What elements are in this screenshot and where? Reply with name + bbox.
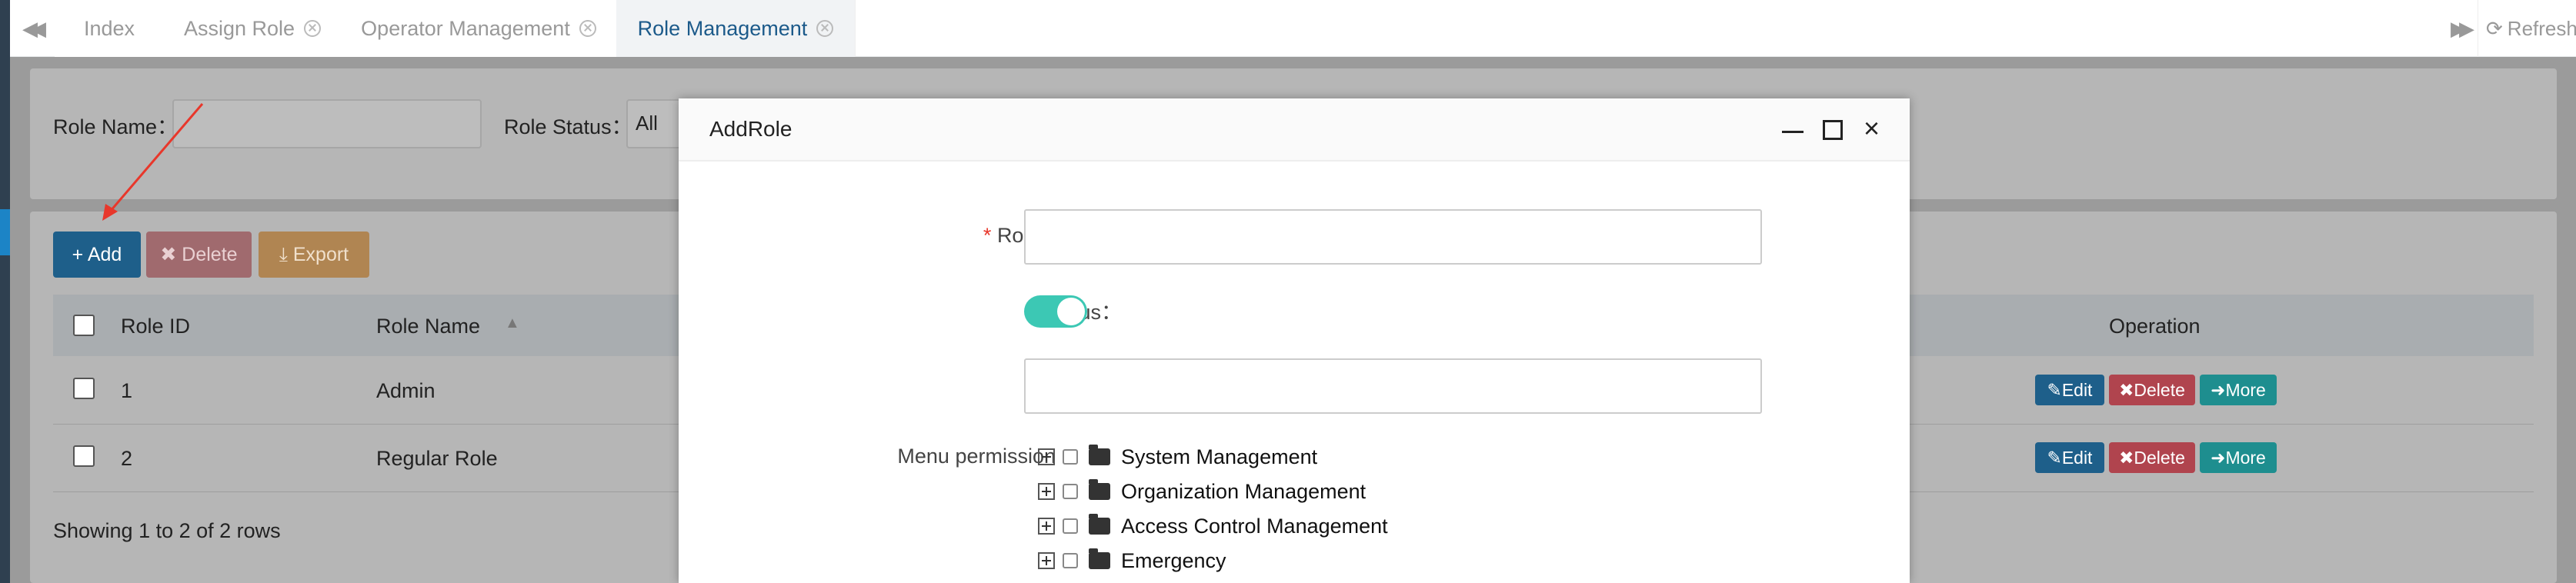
tab-role-management[interactable]: Role Management [616, 0, 856, 57]
delete-label: Delete [2134, 447, 2185, 468]
edit-label: Edit [2061, 447, 2093, 468]
tree-checkbox[interactable] [1063, 553, 1078, 568]
close-icon: ✖ [2119, 379, 2134, 400]
pagination-info: Showing 1 to 2 of 2 rows [53, 519, 281, 542]
scroll-right-icon[interactable]: ▶▶ [2451, 17, 2474, 41]
remark-input[interactable] [1024, 358, 1762, 414]
close-tab-icon[interactable] [304, 20, 322, 37]
tab-label: Index [83, 16, 135, 40]
delete-row-button[interactable]: ✖ Delete [2109, 375, 2195, 405]
more-label: More [2225, 379, 2266, 400]
tab-label: Assign Role [183, 16, 295, 40]
tab-operator-management[interactable]: Operator Management [341, 0, 617, 57]
tree-checkbox[interactable] [1063, 518, 1078, 534]
tab-label: Operator Management [361, 16, 570, 40]
close-tab-icon[interactable] [579, 20, 596, 37]
cell-role-name: Admin [376, 379, 435, 402]
menu-permission-label: Menu permission [897, 445, 1056, 468]
close-tab-icon[interactable] [816, 20, 834, 37]
folder-icon [1089, 479, 1110, 500]
tree-checkbox[interactable] [1063, 484, 1078, 499]
expand-icon[interactable] [1038, 483, 1055, 500]
folder-icon [1089, 514, 1110, 535]
tree-node-label: Access Control Management [1121, 514, 1388, 538]
more-label: More [2225, 447, 2266, 468]
sort-icon[interactable]: ▲ [505, 315, 520, 332]
cell-role-id: 1 [121, 379, 133, 402]
tab-index[interactable]: Index [55, 0, 165, 57]
chevron-right-icon: ➜ [2211, 379, 2226, 400]
delete-label: Delete [2134, 379, 2185, 400]
cell-role-name: Regular Role [376, 447, 498, 470]
folder-icon [1089, 548, 1110, 569]
tab-label: Role Management [637, 16, 808, 40]
row-checkbox[interactable] [73, 445, 95, 467]
annotation-arrow [102, 103, 204, 221]
sidebar-active-marker [0, 209, 10, 255]
tree-node-label: System Management [1121, 445, 1318, 468]
minimize-icon[interactable] [1782, 131, 1804, 133]
expand-icon[interactable] [1038, 552, 1055, 569]
dialog-header: AddRole × [679, 98, 1910, 162]
tree-checkbox[interactable] [1063, 449, 1078, 465]
tree-node[interactable]: Access Control Management [1038, 511, 1388, 541]
tree-node[interactable]: Emergency [1038, 545, 1226, 576]
expand-icon[interactable] [1038, 448, 1055, 465]
tab-bar: ◀◀ Index Assign Role Operator Management… [10, 0, 2576, 57]
more-button[interactable]: ➜ More [2200, 442, 2277, 473]
refresh-label: Refresh [2507, 16, 2576, 40]
more-button[interactable]: ➜ More [2200, 375, 2277, 405]
column-header-role-name[interactable]: Role Name [376, 315, 480, 338]
tree-node[interactable]: Organization Management [1038, 476, 1366, 507]
dialog-title: AddRole [709, 117, 792, 141]
refresh-icon: ⟳ [2486, 16, 2503, 40]
row-checkbox[interactable] [73, 378, 95, 399]
maximize-icon[interactable] [1823, 120, 1843, 140]
folder-icon [1089, 445, 1110, 465]
status-toggle[interactable] [1024, 295, 1087, 328]
role-status-value: All [636, 112, 658, 135]
chevron-right-icon: ➜ [2211, 447, 2226, 468]
expand-icon[interactable] [1038, 518, 1055, 535]
cell-role-id: 2 [121, 447, 133, 470]
required-mark: * [983, 224, 992, 247]
edit-button[interactable]: ✎ Edit [2035, 442, 2104, 473]
edit-icon: ✎ [2047, 379, 2062, 400]
tree-node-label: Emergency [1121, 548, 1226, 572]
scroll-left-icon[interactable]: ◀◀ [22, 17, 46, 41]
column-header-operation: Operation [2109, 315, 2201, 338]
tree-node[interactable]: System Management [1038, 441, 1317, 472]
role-status-label: Role Status： [504, 115, 632, 138]
edit-icon: ✎ [2047, 447, 2062, 468]
delete-row-button[interactable]: ✖ Delete [2109, 442, 2195, 473]
column-header-role-id: Role ID [121, 315, 191, 338]
tab-assign-role[interactable]: Assign Role [164, 0, 342, 57]
edit-label: Edit [2061, 379, 2093, 400]
refresh-button[interactable]: ⟳ Refresh [2478, 0, 2576, 57]
close-icon[interactable]: × [1864, 112, 1880, 145]
toggle-knob [1057, 298, 1085, 325]
role-name-input[interactable] [1024, 209, 1762, 265]
close-icon: ✖ [2119, 447, 2134, 468]
select-all-checkbox[interactable] [73, 315, 95, 336]
tree-node-label: Organization Management [1121, 479, 1366, 503]
sidebar-strip [0, 0, 10, 583]
add-role-dialog: AddRole × * Role Name： Status： Remark： M… [679, 98, 1910, 583]
edit-button[interactable]: ✎ Edit [2035, 375, 2104, 405]
